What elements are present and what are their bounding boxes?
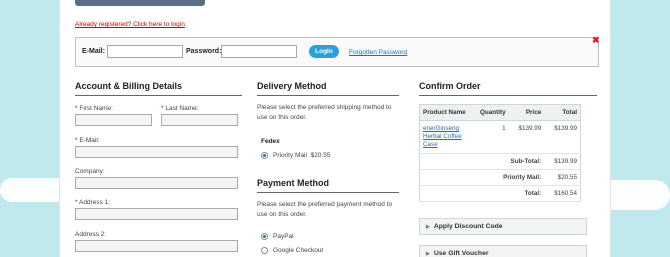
column-header: Quantity xyxy=(469,104,509,121)
first-name-label: * First Name: xyxy=(75,105,113,112)
delivery-description: Please select the preferred shipping met… xyxy=(257,104,392,121)
address1-field[interactable] xyxy=(75,208,238,220)
login-email-input[interactable] xyxy=(107,45,183,58)
confirm-order-heading: Confirm Order xyxy=(419,81,597,96)
email-field-label: * E-Mail: xyxy=(75,137,100,144)
column-header: Price xyxy=(508,104,545,121)
carrier-name: Fedex xyxy=(261,138,280,145)
priority-mail-option[interactable]: Priority Mail $20.55 xyxy=(273,152,330,159)
company-field[interactable] xyxy=(75,177,238,189)
subtotal-row: Sub-Total: $139.99 xyxy=(419,153,581,170)
address2-label: Address 2: xyxy=(75,231,107,238)
order-summary-table: Product Name Quantity Price Total enerGi… xyxy=(419,104,581,202)
priority-mail-radio[interactable] xyxy=(261,152,268,159)
close-icon[interactable]: ✖ xyxy=(592,35,600,46)
login-password-input[interactable] xyxy=(221,45,297,58)
header-tab xyxy=(75,0,205,6)
apply-discount-toggle[interactable]: ▶ Apply Discount Code xyxy=(419,218,587,235)
subtotal-label: Sub-Total: xyxy=(419,153,545,170)
last-name-label: * Last Name: xyxy=(161,105,199,112)
triangle-right-icon: ▶ xyxy=(426,224,430,230)
table-row: enerGinseng Herbal Coffee Case 1 $139.99… xyxy=(419,120,581,154)
total-cell: $139.99 xyxy=(544,120,581,154)
login-box: E-Mail: Password: Login Forgotten Passwo… xyxy=(75,37,599,67)
email-field[interactable] xyxy=(75,146,238,158)
address2-field[interactable] xyxy=(75,240,238,252)
login-button[interactable]: Login xyxy=(309,45,339,58)
total-value: $160.54 xyxy=(544,185,581,202)
shipping-value: $20.55 xyxy=(544,169,581,186)
forgot-password-link[interactable]: Forgotten Password xyxy=(349,49,407,56)
shipping-row: Priority Mail: $20.55 xyxy=(419,169,581,186)
google-checkout-radio[interactable] xyxy=(261,247,268,254)
column-header: Product Name xyxy=(419,104,470,121)
password-label: Password: xyxy=(186,48,222,55)
paypal-option[interactable]: PayPal xyxy=(273,233,294,240)
already-registered-link[interactable]: Already registered? Click here to login xyxy=(75,21,185,28)
company-label: Company: xyxy=(75,168,105,175)
price-cell: $139.99 xyxy=(508,120,545,154)
first-name-input[interactable] xyxy=(75,114,152,126)
total-row: Total: $160.54 xyxy=(419,185,581,202)
account-heading: Account & Billing Details xyxy=(75,81,242,96)
email-label: E-Mail: xyxy=(82,48,105,55)
column-header: Total xyxy=(544,104,581,121)
product-link[interactable]: enerGinseng Herbal Coffee Case xyxy=(419,120,470,154)
payment-heading: Payment Method xyxy=(257,178,399,193)
last-name-input[interactable] xyxy=(161,114,238,126)
shipping-label: Priority Mail: xyxy=(419,169,545,186)
gift-voucher-toggle[interactable]: ▶ Use Gift Voucher xyxy=(419,245,587,257)
address1-label: * Address 1: xyxy=(75,199,111,206)
subtotal-value: $139.99 xyxy=(544,153,581,170)
table-header-row: Product Name Quantity Price Total xyxy=(419,104,581,121)
delivery-heading: Delivery Method xyxy=(257,81,399,96)
checkout-page: Already registered? Click here to login … xyxy=(59,0,611,257)
payment-description: Please select the preferred payment meth… xyxy=(257,201,393,218)
paypal-radio[interactable] xyxy=(261,233,268,240)
google-checkout-option[interactable]: Google Checkout xyxy=(273,247,323,254)
total-label: Total: xyxy=(419,185,545,202)
quantity-cell: 1 xyxy=(469,120,509,154)
triangle-right-icon: ▶ xyxy=(426,251,430,257)
